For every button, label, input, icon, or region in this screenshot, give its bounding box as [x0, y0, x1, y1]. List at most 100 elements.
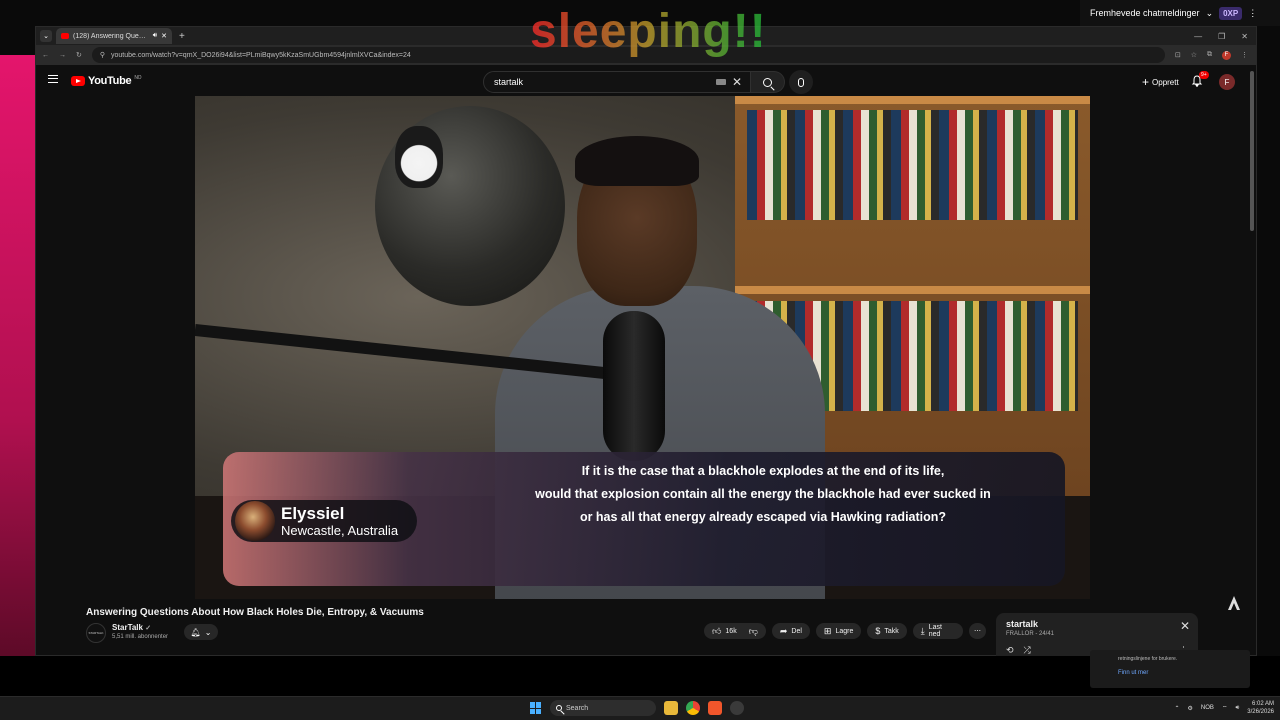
profile-avatar[interactable]: F	[1222, 50, 1231, 60]
keyboard-icon[interactable]	[716, 79, 726, 85]
question-line: If it is the case that a blackhole explo…	[581, 464, 945, 478]
playlist-subtitle: FRALLOR - 24/41	[1006, 631, 1055, 637]
windows-start-icon[interactable]	[530, 702, 542, 714]
brave-icon[interactable]	[708, 701, 722, 715]
verified-icon: ✓	[145, 625, 152, 632]
bookmark-star-icon[interactable]: ☆	[1191, 51, 1197, 59]
maximize-icon[interactable]: ❐	[1218, 32, 1225, 41]
loop-icon[interactable]: ⟲	[1006, 645, 1014, 656]
learn-more-link[interactable]: Finn ut mer	[1118, 670, 1222, 676]
close-window-icon[interactable]: ✕	[1241, 32, 1248, 41]
chevron-down-icon: ⌄	[1205, 7, 1214, 18]
clock-date: 3/26/2026	[1247, 709, 1274, 715]
desktop-wallpaper	[0, 55, 36, 665]
url-text: youtube.com/watch?v=qmX_DO26i94&list=PLm…	[111, 51, 411, 59]
chrome-icon[interactable]	[686, 701, 700, 715]
browser-tab[interactable]: (128) Answering Questions 🔊︎ ✕	[56, 28, 172, 44]
share-label: Del	[791, 627, 802, 635]
youtube-logo[interactable]: YouTube NO	[71, 75, 142, 87]
youtube-play-icon	[71, 76, 85, 86]
new-tab-button[interactable]: +	[176, 31, 185, 42]
tab-search-button[interactable]: ⌄	[40, 30, 52, 42]
playlist-title[interactable]: startalk	[1006, 619, 1188, 629]
extensions-icon[interactable]: ⧉	[1207, 51, 1212, 59]
download-label: Last ned	[928, 624, 942, 638]
clock[interactable]: 6:02 AM 3/26/2026	[1247, 700, 1274, 716]
window-controls: — ❐ ✕	[1194, 32, 1256, 41]
clock-time: 6:02 AM	[1251, 701, 1274, 707]
channel-name[interactable]: StarTalk ✓	[112, 623, 151, 632]
microphone-icon	[798, 77, 804, 87]
country-code: NO	[134, 75, 142, 81]
taskbar-apps: Search	[530, 700, 744, 716]
desktop-area	[0, 656, 1280, 696]
search-input[interactable]: startalk ✕	[483, 71, 751, 93]
question-text: If it is the case that a blackhole explo…	[513, 460, 1013, 529]
install-icon[interactable]: ⊡	[1175, 51, 1181, 59]
xp-badge: 0XP	[1219, 6, 1243, 20]
video-player[interactable]: Elyssiel Newcastle, Australia If it is t…	[195, 96, 1090, 599]
thumbs-down-icon[interactable]: 👎︎	[749, 626, 758, 637]
video-penguin-plush	[395, 126, 443, 188]
video-actions: 👍︎ 16k 👎︎ ➦ Del ⊞ Lagre $ Takk ⤓ Last ne…	[704, 623, 986, 639]
search-button[interactable]	[751, 71, 785, 93]
minimize-icon[interactable]: —	[1194, 32, 1202, 41]
like-count: 16k	[725, 627, 737, 635]
reload-icon[interactable]: ↻	[76, 51, 82, 59]
like-button[interactable]: 👍︎ 16k 👎︎	[704, 623, 766, 639]
asker-pill: Elyssiel Newcastle, Australia	[231, 500, 417, 542]
system-tray: ⌃ ⚙ NOB ⌔ 🔊︎ 6:02 AM 3/26/2026	[1174, 700, 1274, 716]
close-tab-icon[interactable]: ✕	[161, 32, 167, 40]
video-title: Answering Questions About How Black Hole…	[86, 607, 424, 618]
youtube-favicon-icon	[61, 33, 69, 39]
voice-search-button[interactable]	[789, 70, 813, 94]
back-icon[interactable]: ←	[42, 52, 49, 59]
youtube-header: YouTube NO startalk ✕ + Opprett 9+ F	[36, 67, 1256, 97]
account-avatar[interactable]: F	[1219, 74, 1235, 90]
site-info-icon[interactable]: ⚲	[100, 51, 105, 59]
share-button[interactable]: ➦ Del	[771, 623, 810, 639]
save-label: Lagre	[835, 627, 854, 635]
asker-name: Elyssiel	[281, 503, 345, 523]
create-button[interactable]: + Opprett	[1136, 73, 1185, 91]
save-button[interactable]: ⊞ Lagre	[815, 623, 862, 639]
menu-icon[interactable]: ⋮	[1241, 51, 1248, 59]
speaker-icon[interactable]: 🔊︎	[153, 32, 157, 40]
tray-app-icon[interactable]: ⚙	[1187, 705, 1192, 712]
thanks-icon: $	[875, 626, 881, 636]
language-indicator[interactable]: NOB	[1201, 705, 1214, 711]
more-actions-button[interactable]: ⋯	[969, 623, 986, 639]
taskbar-search-label: Search	[566, 704, 589, 712]
more-vert-icon[interactable]: ⋮	[1248, 8, 1257, 19]
hamburger-menu-icon[interactable]	[48, 75, 58, 83]
shuffle-icon[interactable]: ⤮	[1024, 645, 1031, 656]
clear-search-icon[interactable]: ✕	[732, 75, 742, 89]
plus-icon: +	[1142, 75, 1150, 89]
subscriber-count: 5,51 mill. abonnenter	[112, 634, 169, 640]
chevron-up-icon[interactable]: ⌃	[1174, 705, 1179, 712]
network-icon[interactable]: ⌔	[1222, 704, 1228, 712]
notification-count-badge: 9+	[1199, 71, 1209, 79]
channel-watermark-icon[interactable]	[1226, 595, 1242, 611]
download-button[interactable]: ⤓ Last ned	[912, 623, 963, 639]
taskbar-search[interactable]: Search	[550, 700, 656, 716]
thanks-button[interactable]: $ Takk	[867, 623, 907, 639]
settings-icon[interactable]	[730, 701, 744, 715]
subscription-bell-button[interactable]: 🔔︎ ⌄	[184, 624, 218, 640]
close-icon[interactable]: ✕	[1180, 619, 1190, 633]
forward-icon[interactable]: →	[59, 52, 66, 59]
save-icon: ⊞	[823, 625, 832, 636]
create-label: Opprett	[1152, 77, 1179, 87]
thumbs-up-icon: 👍︎	[712, 625, 722, 636]
host-hair	[575, 136, 699, 186]
question-line: or has all that energy already escaped v…	[579, 510, 947, 524]
asker-avatar	[235, 501, 275, 541]
file-explorer-icon[interactable]	[664, 701, 678, 715]
volume-icon[interactable]: 🔊︎	[1236, 705, 1240, 712]
channel-avatar[interactable]: STARTALK	[86, 623, 106, 643]
more-horiz-icon: ⋯	[974, 628, 981, 635]
search-bar: startalk ✕	[483, 71, 785, 93]
featured-chat-bar[interactable]: Fremhevede chatmeldinger ⌄ 0XP ⋮	[1080, 0, 1280, 26]
page-scrollbar[interactable]	[1250, 71, 1254, 231]
question-line: would that explosion contain all the ene…	[535, 487, 991, 501]
